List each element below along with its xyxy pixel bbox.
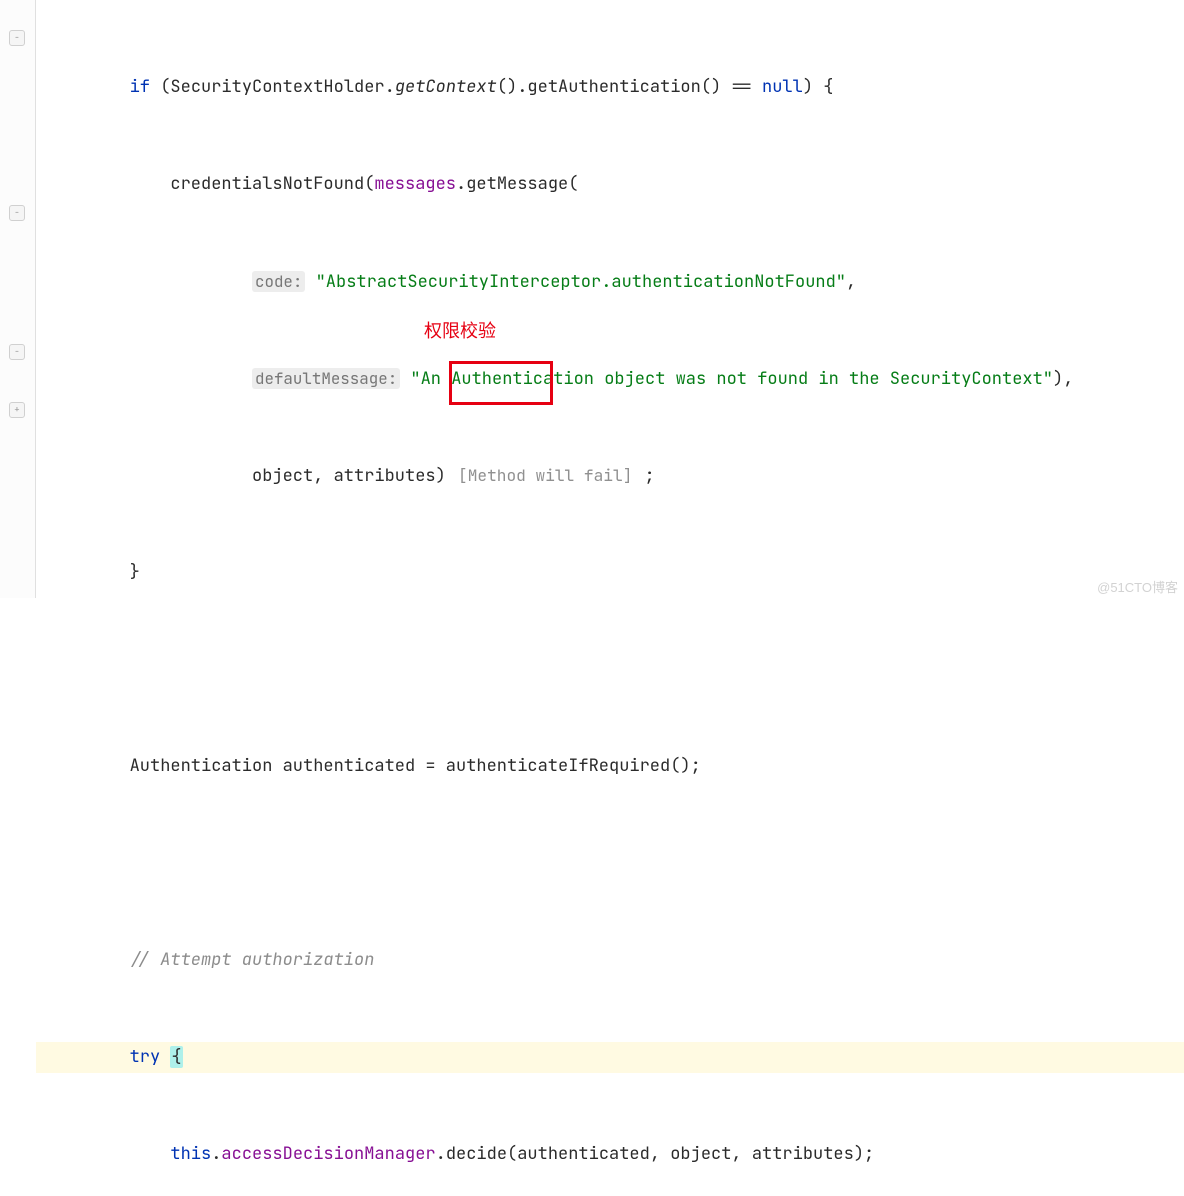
code-line[interactable]: credentialsNotFound(messages.getMessage(	[36, 169, 1184, 200]
string-literal: "AbstractSecurityInterceptor.authenticat…	[316, 271, 846, 293]
code-line[interactable]: defaultMessage: "An Authentication objec…	[36, 363, 1184, 394]
code-text: ) {	[803, 76, 834, 98]
inline-hint: [Method will fail]	[456, 465, 634, 486]
fold-minus-icon[interactable]: -	[9, 30, 25, 46]
code-text: ,	[846, 271, 856, 293]
gutter: - - - +	[0, 0, 36, 598]
keyword: if	[130, 76, 150, 98]
code-text: .getMessage(	[456, 173, 578, 195]
code-text: authenticated, object, attributes);	[517, 1143, 874, 1165]
code-text: object, attributes)	[252, 465, 446, 487]
code-line[interactable]: object, attributes) [Method will fail] ;	[36, 460, 1184, 491]
keyword: this	[170, 1143, 211, 1165]
code-area[interactable]: if (SecurityContextHolder.getContext().g…	[36, 6, 1184, 1196]
code-editor[interactable]: - - - + if (SecurityContextHolder.getCon…	[0, 0, 1184, 598]
comment: // Attempt authorization	[130, 949, 375, 971]
class-ref: SecurityContextHolder	[170, 76, 384, 98]
param-hint: defaultMessage:	[252, 368, 400, 389]
code-line[interactable]: }	[36, 557, 1184, 588]
keyword: try	[130, 1046, 161, 1068]
field-ref: messages	[374, 173, 456, 195]
method-call: .decide(	[436, 1143, 518, 1165]
code-line[interactable]: // Attempt authorization	[36, 945, 1184, 976]
keyword: null	[762, 76, 803, 98]
code-line[interactable]: Authentication authenticated = authentic…	[36, 751, 1184, 782]
field-ref: accessDecisionManager	[221, 1143, 435, 1165]
fold-plus-icon[interactable]: +	[9, 402, 25, 418]
code-line[interactable]: if (SecurityContextHolder.getContext().g…	[36, 72, 1184, 103]
code-line[interactable]	[36, 848, 1184, 879]
watermark: @51CTO博客	[1097, 577, 1178, 596]
code-line-highlighted[interactable]: try {	[36, 1042, 1184, 1073]
code-text: ().getAuthentication() ==	[497, 76, 762, 98]
code-line[interactable]	[36, 654, 1184, 685]
annotation-box	[449, 361, 553, 405]
code-line[interactable]: this.accessDecisionManager.decide(authen…	[36, 1139, 1184, 1170]
brace: }	[130, 561, 140, 583]
fold-minus-icon[interactable]: -	[9, 344, 25, 360]
param-hint: code:	[252, 271, 305, 292]
code-text: ),	[1053, 368, 1073, 390]
code-text: credentialsNotFound(	[170, 173, 374, 195]
fold-minus-icon[interactable]: -	[9, 205, 25, 221]
code-text: Authentication authenticated = authentic…	[130, 755, 701, 777]
code-text: ;	[634, 465, 654, 487]
static-method: getContext	[395, 76, 497, 98]
matched-brace: {	[170, 1046, 182, 1068]
annotation-label: 权限校验	[424, 317, 496, 343]
code-line[interactable]: code: "AbstractSecurityInterceptor.authe…	[36, 266, 1184, 297]
